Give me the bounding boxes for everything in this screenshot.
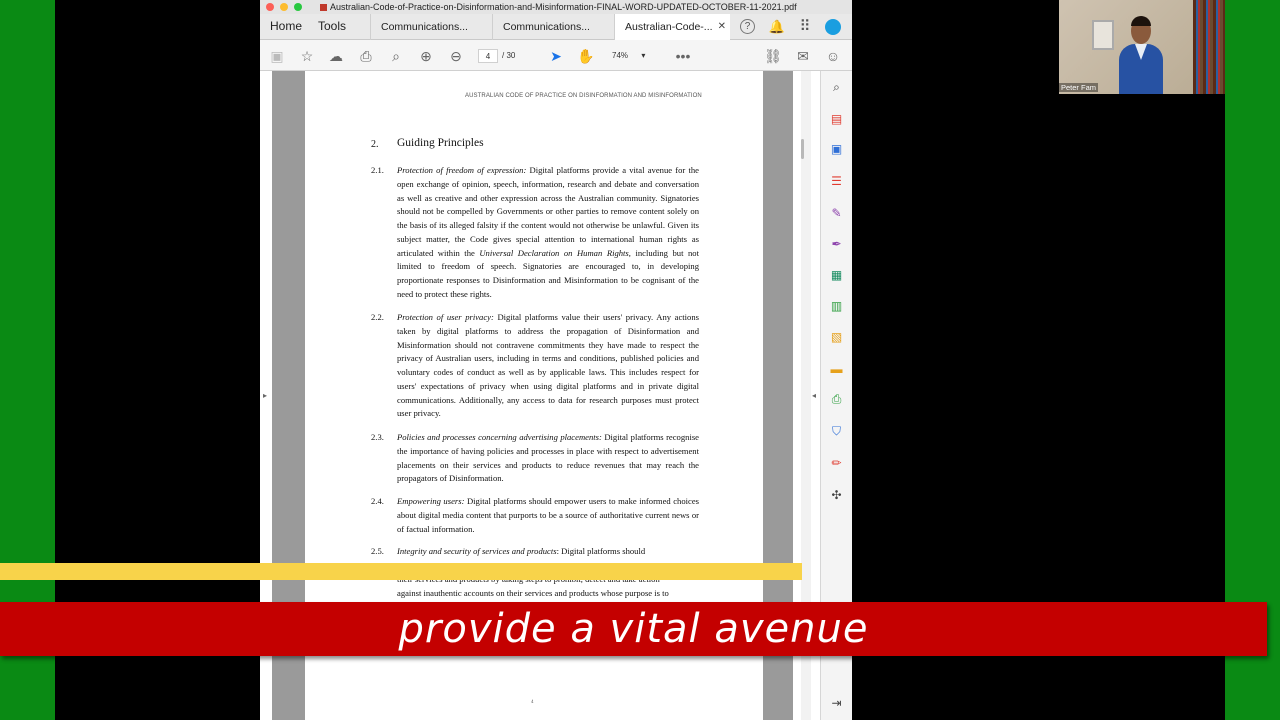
section-title: Guiding Principles xyxy=(397,137,484,149)
doc-tab-3-active[interactable]: Australian-Code-... ✕ xyxy=(614,14,730,40)
apps-grid-icon[interactable]: ⠿ xyxy=(796,18,814,36)
bookmark-star-icon[interactable]: ☆ xyxy=(297,46,317,66)
page-up-icon[interactable]: ⊕ xyxy=(416,46,436,66)
window-title: Australian-Code-of-Practice-on-Disinform… xyxy=(320,0,797,14)
organize-pages-icon[interactable]: ☰ xyxy=(828,173,845,190)
more-tools-icon[interactable]: ✣ xyxy=(828,487,845,504)
redact-icon[interactable]: ✏ xyxy=(828,455,845,472)
paragraph-partial-line: against inauthentic accounts on their se… xyxy=(397,588,669,598)
bookshelf xyxy=(1193,0,1225,94)
doc-tab-label: Communications... xyxy=(381,21,468,33)
share-user-icon[interactable]: ☺ xyxy=(823,46,843,66)
paragraph-heading: Integrity and security of services and p… xyxy=(397,546,557,556)
email-icon[interactable]: ✉ xyxy=(793,46,813,66)
select-cursor-icon[interactable]: ➤ xyxy=(546,46,566,66)
help-icon[interactable]: ? xyxy=(740,19,755,34)
zoom-select[interactable]: 74% ▾ xyxy=(612,49,662,63)
page-footer-number: 4 xyxy=(531,700,534,705)
paragraph-number: 2.3. xyxy=(371,432,384,442)
paragraph-2-4: Empowering users: Digital platforms shou… xyxy=(397,495,699,536)
page-down-icon[interactable]: ⊖ xyxy=(446,46,466,66)
paragraph-2-5: Integrity and security of services and p… xyxy=(397,545,699,559)
collapse-right-panel-icon[interactable]: ◂ xyxy=(812,391,816,400)
webcam-video-tile: Peter Fam xyxy=(1059,0,1225,94)
paragraph-2-3: Policies and processes concerning advert… xyxy=(397,431,699,486)
tab-tools[interactable]: Tools xyxy=(318,19,346,33)
section-number: 2. xyxy=(371,139,379,150)
paragraph-heading: Protection of user privacy: xyxy=(397,312,494,322)
paragraph-heading: Policies and processes concerning advert… xyxy=(397,432,602,442)
edit-pdf-icon[interactable]: ▦ xyxy=(828,267,845,284)
paragraph-heading: Protection of freedom of expression: xyxy=(397,165,527,175)
close-tab-icon[interactable]: ✕ xyxy=(718,14,726,40)
pdf-file-icon xyxy=(320,4,327,11)
save-icon[interactable]: ▣ xyxy=(267,46,287,66)
paragraph-2-1: Protection of freedom of expression: Dig… xyxy=(397,164,699,302)
zoom-value: 74% xyxy=(612,51,629,60)
paragraph-text: Digital platforms provide a vital avenue… xyxy=(397,165,699,258)
print-icon[interactable]: ⎙ xyxy=(356,46,376,66)
doc-tab-label: Australian-Code-... xyxy=(625,21,713,33)
fill-sign-icon[interactable]: ✒ xyxy=(828,236,845,253)
create-pdf-icon[interactable]: ▤ xyxy=(828,111,845,128)
paragraph-italic-text: Universal Declaration on Human Rights xyxy=(479,247,629,258)
more-options-icon[interactable]: ••• xyxy=(673,46,693,66)
doc-tab-2[interactable]: Communications... xyxy=(492,14,602,40)
person-hair xyxy=(1131,16,1151,26)
yellow-highlight-bar xyxy=(0,563,802,580)
paragraph-2-2: Protection of user privacy: Digital plat… xyxy=(397,311,699,421)
scan-ocr-icon[interactable]: ⎙ xyxy=(828,391,845,408)
title-bar: Australian-Code-of-Practice-on-Disinform… xyxy=(260,0,852,14)
paragraph-number: 2.5. xyxy=(371,546,384,556)
paragraph-text: Digital platforms value their users' pri… xyxy=(397,312,699,419)
upload-cloud-icon[interactable]: ☁ xyxy=(326,46,346,66)
send-for-review-icon[interactable]: ▧ xyxy=(828,329,845,346)
tab-home[interactable]: Home xyxy=(270,19,302,33)
tab-bar: Home Tools Communications... Communicati… xyxy=(260,14,852,40)
account-avatar-icon[interactable] xyxy=(825,19,841,35)
zoom-search-icon[interactable]: ⌕ xyxy=(386,46,406,66)
doc-tab-1[interactable]: Communications... xyxy=(370,14,480,40)
search-icon[interactable]: ⌕ xyxy=(828,79,845,96)
close-window-button[interactable] xyxy=(266,3,274,11)
minimize-window-button[interactable] xyxy=(280,3,288,11)
comment-icon[interactable]: ▬ xyxy=(828,361,845,378)
link-icon[interactable]: ⛓ xyxy=(763,46,783,66)
paragraph-number: 2.1. xyxy=(371,165,384,175)
paragraph-number: 2.4. xyxy=(371,496,384,506)
caption-text: provide a vital avenue xyxy=(398,606,869,652)
page-total: / 30 xyxy=(502,51,516,60)
export-pdf-icon[interactable]: ▣ xyxy=(828,141,845,158)
combine-files-icon[interactable]: ▥ xyxy=(828,298,845,315)
request-signatures-icon[interactable]: ✎ xyxy=(828,205,845,222)
page-header: AUSTRALIAN CODE OF PRACTICE ON DISINFORM… xyxy=(465,93,702,99)
page-number-input[interactable]: 4 xyxy=(478,49,498,63)
paragraph-text: : Digital platforms should xyxy=(556,546,646,556)
wall-frame xyxy=(1092,20,1114,50)
protect-shield-icon[interactable]: ⛉ xyxy=(828,423,845,440)
hand-tool-icon[interactable]: ✋ xyxy=(576,46,596,66)
doc-tab-label: Communications... xyxy=(503,21,590,33)
paragraph-number: 2.2. xyxy=(371,312,384,322)
collapse-panel-icon[interactable]: ⇥ xyxy=(828,695,845,712)
paragraph-heading: Empowering users: xyxy=(397,496,465,506)
bell-icon[interactable]: 🔔 xyxy=(768,18,786,36)
participant-name: Peter Fam xyxy=(1059,83,1099,92)
scrollbar-thumb[interactable] xyxy=(801,139,804,159)
caption-banner: provide a vital avenue xyxy=(0,602,1267,656)
zoom-window-button[interactable] xyxy=(294,3,302,11)
toolbar: ▣ ☆ ☁ ⎙ ⌕ ⊕ ⊖ 4 / 30 ➤ ✋ 74% ▾ ••• ⛓ ✉ ☺ xyxy=(260,40,852,71)
collapse-left-panel-icon[interactable]: ▸ xyxy=(263,391,267,400)
